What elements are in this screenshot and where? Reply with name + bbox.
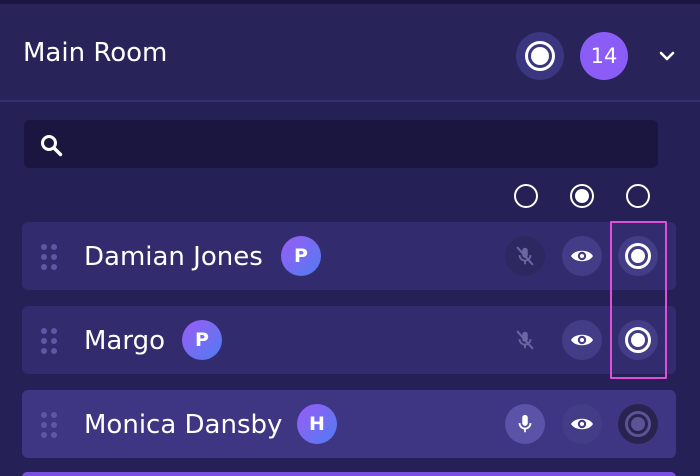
mic-toggle-button[interactable] (505, 404, 545, 444)
participant-name: Monica Dansby (84, 410, 283, 440)
row-option-3-button[interactable] (618, 404, 658, 444)
visibility-toggle-button[interactable] (562, 404, 602, 444)
radio-selected-icon (625, 327, 651, 353)
visibility-toggle-button[interactable] (562, 236, 602, 276)
mic-off-icon (516, 330, 534, 350)
drag-handle-icon[interactable] (41, 244, 59, 270)
room-title: Main Room (23, 38, 168, 68)
chevron-down-icon[interactable] (657, 46, 677, 66)
visibility-toggle-button[interactable] (562, 320, 602, 360)
room-broadcast-toggle[interactable] (516, 32, 564, 80)
row-option-3-button[interactable] (618, 236, 658, 276)
participant-row[interactable]: Damian Jones P (22, 222, 676, 290)
drag-handle-icon[interactable] (41, 412, 59, 438)
column-option-1[interactable] (514, 184, 538, 208)
search-input[interactable] (74, 120, 654, 168)
next-row-edge (22, 472, 676, 476)
mic-toggle-button[interactable] (505, 236, 545, 276)
eye-icon (571, 250, 593, 262)
role-badge: P (281, 236, 321, 276)
column-option-2[interactable] (570, 184, 594, 208)
search-icon (41, 135, 63, 157)
row-option-3-button[interactable] (618, 320, 658, 360)
record-icon (525, 41, 555, 71)
radio-empty-icon (514, 184, 538, 208)
mic-toggle-button[interactable] (505, 320, 545, 360)
participant-name: Damian Jones (84, 242, 263, 272)
role-badge: P (182, 320, 222, 360)
mic-off-icon (516, 246, 534, 266)
radio-empty-icon (626, 184, 650, 208)
radio-selected-icon (625, 243, 651, 269)
search-bar[interactable] (24, 120, 658, 168)
participant-row[interactable]: Margo P (22, 306, 676, 374)
participant-name: Margo (84, 326, 166, 356)
eye-icon (571, 418, 593, 430)
drag-handle-icon[interactable] (41, 328, 59, 354)
column-option-3[interactable] (626, 184, 650, 208)
mic-icon (518, 414, 532, 433)
header-divider (0, 100, 700, 102)
eye-icon (571, 334, 593, 346)
radio-disabled-icon (625, 411, 651, 437)
role-badge: H (297, 404, 337, 444)
participant-row[interactable]: Monica Dansby H (22, 390, 676, 458)
participant-count-badge: 14 (580, 32, 628, 80)
radio-selected-icon (570, 184, 594, 208)
room-header[interactable]: Main Room 14 (0, 4, 700, 100)
